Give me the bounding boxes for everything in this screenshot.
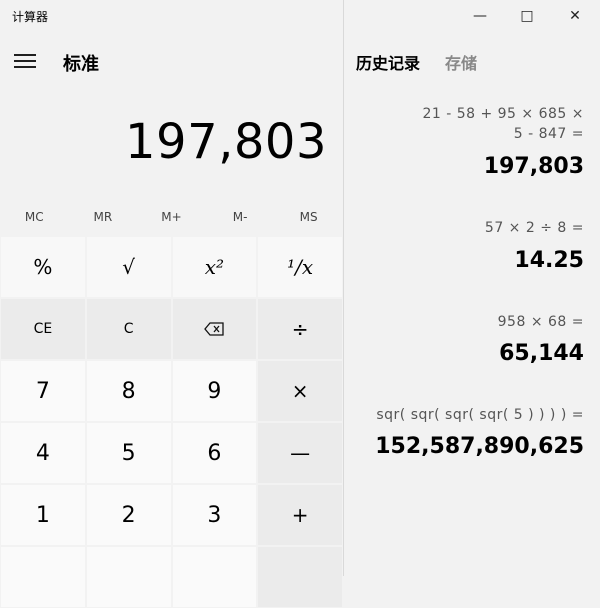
history-result[interactable]: 197,803 — [484, 154, 584, 179]
history-expression: sqr( sqr( sqr( sqr( 5 ) ) ) ) = — [376, 407, 584, 423]
app-title: 计算器 — [12, 10, 49, 24]
digit-3-button[interactable]: 3 — [171, 484, 258, 546]
sqrt-button[interactable]: √ — [85, 236, 172, 298]
sign-toggle-button[interactable] — [0, 546, 86, 608]
digit-1-button[interactable]: 1 — [0, 484, 86, 546]
tab-memory[interactable]: 存储 — [445, 50, 477, 74]
memory-recall-button[interactable]: MR — [69, 205, 138, 229]
history-expression: 21 - 58 + 95 × 685 × — [422, 106, 584, 122]
mode-title: 标准 — [63, 54, 99, 75]
backspace-button[interactable] — [171, 298, 258, 360]
memory-clear-button[interactable]: MC — [0, 205, 69, 229]
add-button[interactable]: + — [257, 484, 343, 546]
memory-subtract-button[interactable]: M- — [206, 205, 275, 229]
square-button[interactable]: x² — [171, 236, 258, 298]
subtract-button[interactable]: — — [257, 422, 343, 484]
history-result[interactable]: 14.25 — [514, 248, 584, 273]
divide-button[interactable]: ÷ — [257, 298, 343, 360]
close-icon[interactable]: ✕ — [565, 6, 585, 26]
memory-add-button[interactable]: M+ — [137, 205, 206, 229]
digit-8-button[interactable]: 8 — [85, 360, 172, 422]
percent-button[interactable]: % — [0, 236, 86, 298]
backspace-icon — [204, 322, 225, 336]
memory-store-button[interactable]: MS — [274, 205, 343, 229]
clear-entry-button[interactable]: CE — [0, 298, 86, 360]
menu-icon[interactable] — [14, 52, 36, 70]
decimal-button[interactable] — [171, 546, 258, 608]
history-result[interactable]: 65,144 — [499, 341, 584, 366]
maximize-icon[interactable]: □ — [517, 6, 537, 26]
result-display: 197,803 — [125, 114, 327, 170]
minimize-icon[interactable]: — — [470, 6, 490, 26]
clear-button[interactable]: C — [85, 298, 172, 360]
history-expression: 57 × 2 ÷ 8 = — [484, 220, 584, 236]
calculator-panel: 计算器 标准 197,803 MC MR M+ M- MS % √ x² ¹/x… — [0, 0, 343, 608]
digit-4-button[interactable]: 4 — [0, 422, 86, 484]
digit-7-button[interactable]: 7 — [0, 360, 86, 422]
history-result[interactable]: 152,587,890,625 — [375, 434, 584, 459]
history-expression: 958 × 68 = — [497, 314, 584, 330]
reciprocal-button[interactable]: ¹/x — [257, 236, 343, 298]
digit-5-button[interactable]: 5 — [85, 422, 172, 484]
history-panel: — □ ✕ 历史记录 存储 21 - 58 + 95 × 685 × 5 - 8… — [344, 0, 600, 576]
history-expression: 5 - 847 = — [513, 126, 584, 142]
tab-history[interactable]: 历史记录 — [356, 50, 420, 74]
digit-6-button[interactable]: 6 — [171, 422, 258, 484]
equals-button[interactable] — [257, 546, 343, 608]
digit-0-button[interactable] — [85, 546, 172, 608]
multiply-button[interactable]: × — [257, 360, 343, 422]
digit-2-button[interactable]: 2 — [85, 484, 172, 546]
memory-row: MC MR M+ M- MS — [0, 205, 343, 229]
digit-9-button[interactable]: 9 — [171, 360, 258, 422]
